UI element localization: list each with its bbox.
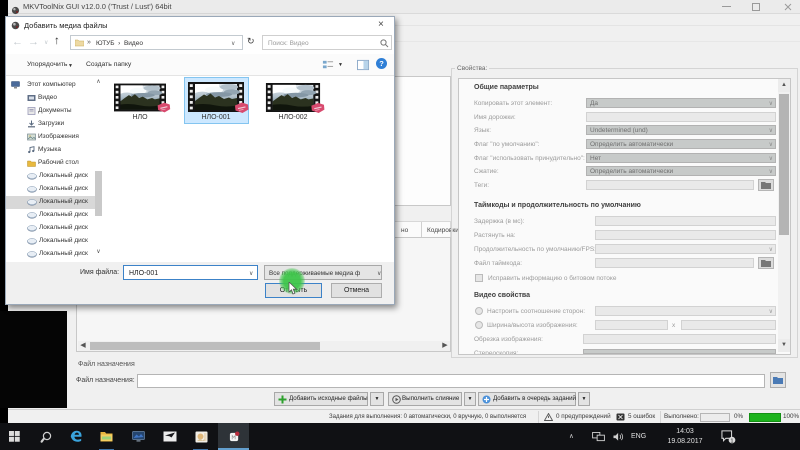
svg-text:1: 1 [730,438,733,444]
